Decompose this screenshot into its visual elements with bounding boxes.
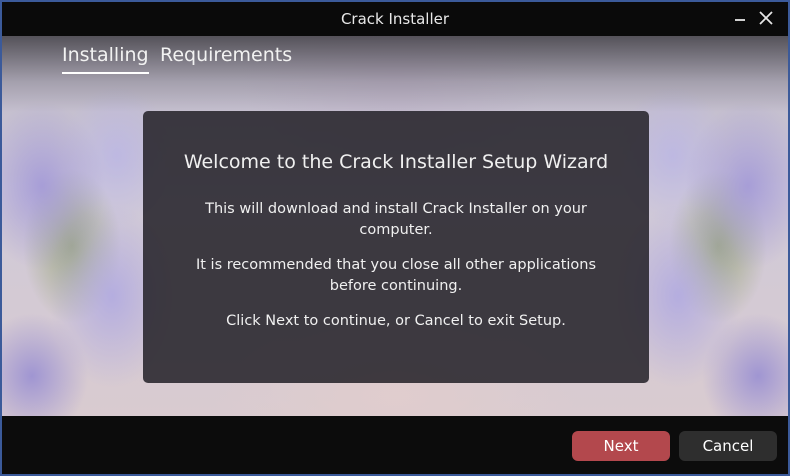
welcome-line-instructions: Click Next to continue, or Cancel to exi… <box>226 313 566 329</box>
welcome-panel: Welcome to the Crack Installer Setup Wiz… <box>143 111 649 383</box>
welcome-line-download: This will download and install Crack Ins… <box>205 201 587 238</box>
close-icon <box>759 11 773 25</box>
welcome-heading: Welcome to the Crack Installer Setup Wiz… <box>183 151 609 173</box>
title-bar: Crack Installer <box>2 2 788 36</box>
tab-installing[interactable]: Installing <box>62 44 149 74</box>
welcome-line-recommend: It is recommended that you close all oth… <box>195 257 597 294</box>
minimize-button[interactable] <box>728 6 752 30</box>
close-button[interactable] <box>754 6 778 30</box>
installer-window: Crack Installer Installing Requirements … <box>0 0 790 476</box>
cancel-button[interactable]: Cancel <box>679 431 777 461</box>
footer-bar: Next Cancel <box>2 416 788 474</box>
window-title: Crack Installer <box>340 10 450 28</box>
next-button[interactable]: Next <box>572 431 670 461</box>
banner-area: Installing Requirements Welcome to the C… <box>2 36 788 416</box>
tab-requirements[interactable]: Requirements <box>160 44 292 72</box>
minimize-icon <box>735 19 745 21</box>
